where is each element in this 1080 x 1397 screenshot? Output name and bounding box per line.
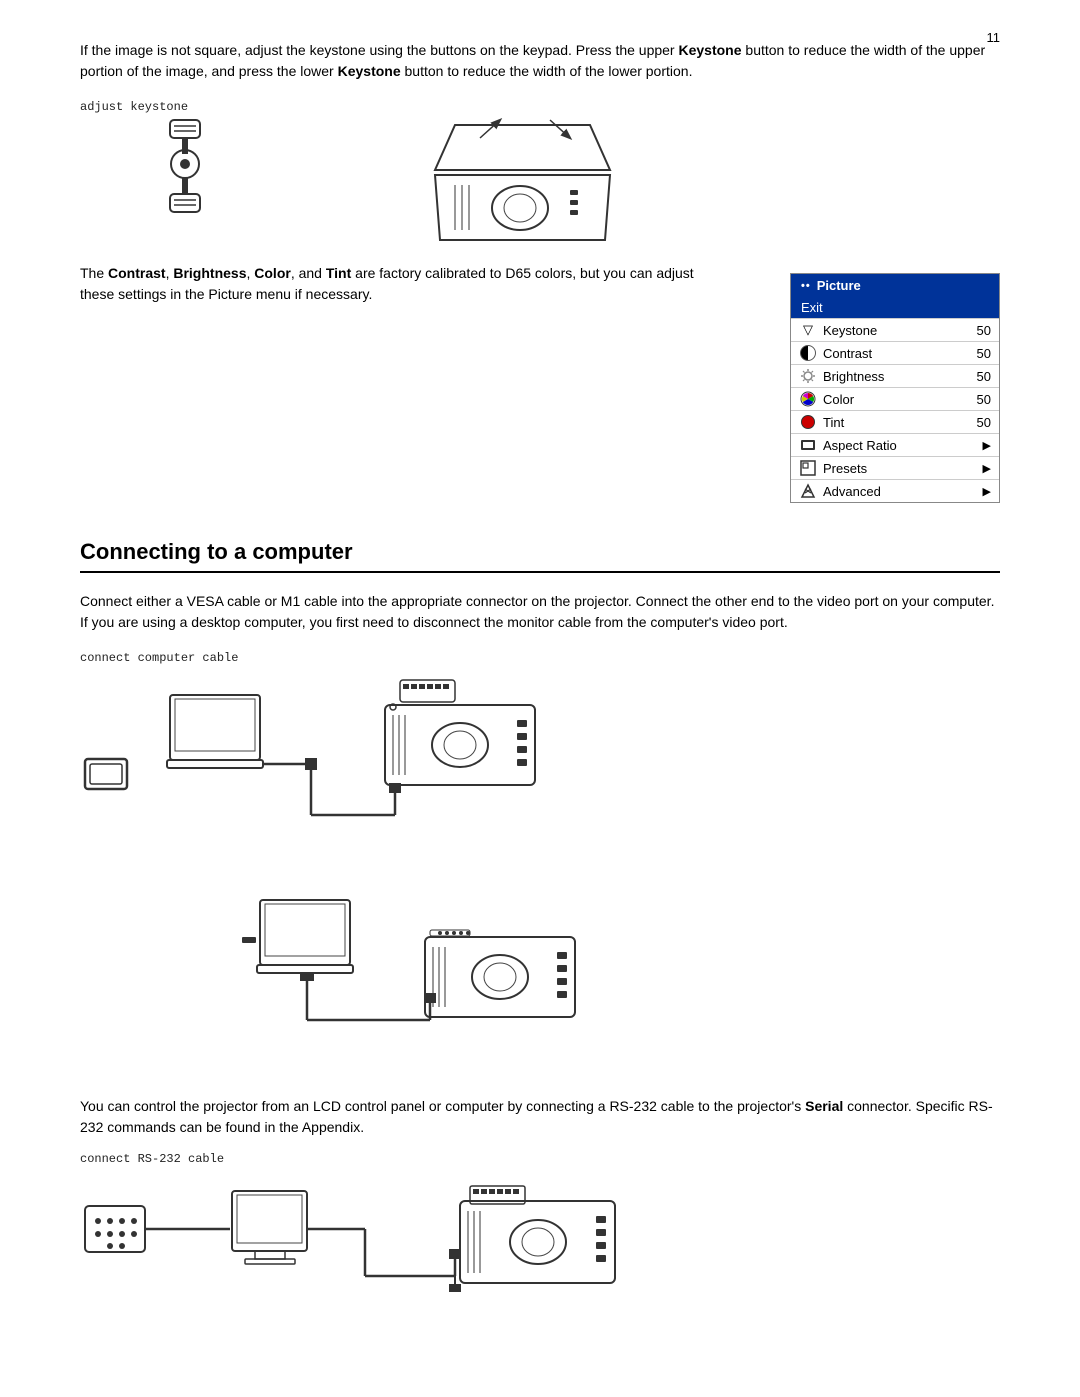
menu-row-tint[interactable]: Tint 50	[791, 410, 999, 433]
brightness-bold: Brightness	[173, 265, 246, 281]
laptop-projector-svg2	[240, 895, 620, 1065]
tint-bold: Tint	[326, 265, 351, 281]
connect-computer-section: connect computer cable	[80, 651, 1000, 875]
rs232-diagram	[80, 1176, 1000, 1309]
keystone-projector-svg	[300, 110, 620, 250]
rs232-bold: Serial	[805, 1098, 843, 1114]
keystone-end: button to reduce the width of the lower …	[401, 63, 693, 79]
presets-menu-icon	[799, 459, 817, 477]
picture-menu-container: •• Picture Exit ▽ Keystone 50 Contrast 5…	[790, 263, 1000, 503]
rs232-section: You can control the projector from an LC…	[80, 1096, 1000, 1309]
advanced-label: Advanced	[823, 484, 977, 499]
keystone-svg	[155, 118, 215, 248]
presets-arrow: ▶	[983, 462, 991, 475]
keystone-intro-text: If the image is not square, adjust the k…	[80, 42, 679, 58]
menu-row-advanced[interactable]: Advanced ▶	[791, 479, 999, 502]
rs232-svg	[80, 1176, 680, 1306]
keystone-right	[300, 100, 1000, 253]
keystone-bold2: Keystone	[338, 63, 401, 79]
menu-title-label: Picture	[817, 278, 861, 293]
menu-row-contrast[interactable]: Contrast 50	[791, 341, 999, 364]
aspect-arrow: ▶	[983, 439, 991, 452]
menu-row-brightness[interactable]: Brightness 50	[791, 364, 999, 387]
brightness-label: Brightness	[823, 369, 967, 384]
menu-exit[interactable]: Exit	[791, 297, 999, 318]
menu-dots: ••	[801, 280, 811, 292]
color-label: Color	[823, 392, 967, 407]
keystone-diagram-row: adjust keystone	[80, 100, 1000, 253]
contrast-bold: Contrast	[108, 265, 166, 281]
connect-label: connect computer cable	[80, 651, 1000, 665]
cable-connector-svg	[80, 751, 135, 796]
picture-intro-col: The Contrast, Brightness, Color, and Tin…	[80, 263, 730, 315]
adjust-keystone-label: adjust keystone	[80, 100, 260, 114]
keystone-bold1: Keystone	[679, 42, 742, 58]
picture-menu: •• Picture Exit ▽ Keystone 50 Contrast 5…	[790, 273, 1000, 503]
aspect-label: Aspect Ratio	[823, 438, 977, 453]
contrast-label: Contrast	[823, 346, 967, 361]
advanced-arrow: ▶	[983, 485, 991, 498]
picture-menu-section: The Contrast, Brightness, Color, and Tin…	[80, 263, 1000, 503]
rs232-text: You can control the projector from an LC…	[80, 1096, 1000, 1138]
color-value: 50	[973, 392, 991, 407]
rs232-label: connect RS-232 cable	[80, 1152, 1000, 1166]
rs232-text-start: You can control the projector from an LC…	[80, 1098, 805, 1114]
connecting-text: Connect either a VESA cable or M1 cable …	[80, 591, 1000, 633]
menu-row-presets[interactable]: Presets ▶	[791, 456, 999, 479]
color-bold: Color	[254, 265, 291, 281]
presets-label: Presets	[823, 461, 977, 476]
tint-menu-icon	[799, 413, 817, 431]
menu-row-aspect[interactable]: Aspect Ratio ▶	[791, 433, 999, 456]
contrast-menu-icon	[799, 344, 817, 362]
brightness-value: 50	[973, 369, 991, 384]
picture-intro-para: The Contrast, Brightness, Color, and Tin…	[80, 263, 730, 305]
keystone-left: adjust keystone	[80, 100, 260, 248]
keystone-label: Keystone	[823, 323, 967, 338]
cable-icon	[80, 751, 135, 799]
picture-menu-title: •• Picture	[791, 274, 999, 297]
aspect-menu-icon	[799, 436, 817, 454]
contrast-value: 50	[973, 346, 991, 361]
page-number: 11	[987, 30, 1001, 45]
brightness-menu-icon	[799, 367, 817, 385]
pic-intro-start: The	[80, 265, 108, 281]
menu-row-color[interactable]: Color 50	[791, 387, 999, 410]
second-connect-diagram	[240, 895, 1000, 1068]
connect-diagram-row	[80, 675, 1000, 875]
connecting-heading: Connecting to a computer	[80, 539, 1000, 573]
advanced-menu-icon	[799, 482, 817, 500]
tint-value: 50	[973, 415, 991, 430]
keystone-intro-para: If the image is not square, adjust the k…	[80, 40, 1000, 82]
pic-intro4: , and	[291, 265, 326, 281]
keystone-menu-icon: ▽	[799, 321, 817, 339]
keystone-value: 50	[973, 323, 991, 338]
menu-row-keystone[interactable]: ▽ Keystone 50	[791, 318, 999, 341]
color-menu-icon	[799, 390, 817, 408]
tint-label: Tint	[823, 415, 967, 430]
laptop-projector-svg	[165, 675, 545, 875]
keystone-icon	[110, 118, 260, 248]
